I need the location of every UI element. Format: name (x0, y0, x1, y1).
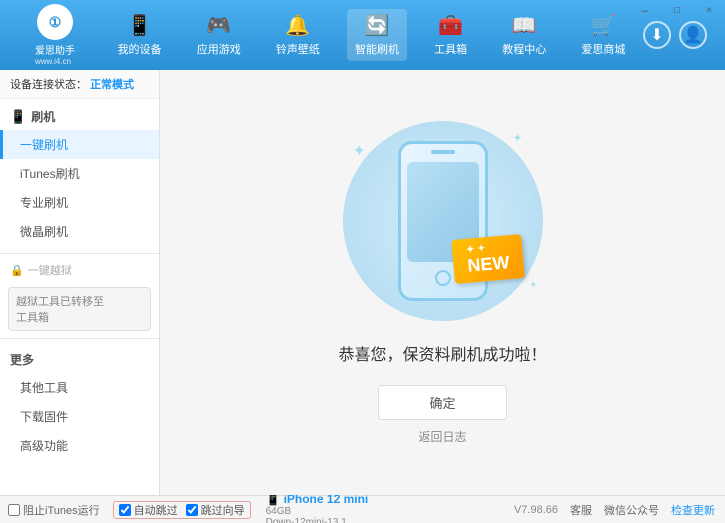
app-header: ① 爱思助手 www.i4.cn 📱 我的设备 🎮 应用游戏 🔔 铃声壁纸 � (0, 0, 725, 70)
close-button[interactable]: × (693, 0, 725, 20)
apps-games-icon: 🎮 (206, 13, 231, 38)
nav-ringtones[interactable]: 🔔 铃声壁纸 (268, 9, 328, 61)
nav-toolbox[interactable]: 🧰 工具箱 (426, 9, 475, 61)
nav-mall[interactable]: 🛒 爱思商城 (573, 9, 633, 61)
sparkle-icon-1: ✦ (353, 141, 366, 161)
device-storage: 64GB (266, 506, 369, 517)
user-button[interactable]: 👤 (679, 21, 707, 49)
nav-tutorials-label: 教程中心 (502, 41, 546, 57)
more-section: 更多 其他工具 下载固件 高级功能 (0, 342, 159, 464)
device-model: Down-12mini-13,1 (266, 517, 369, 523)
nav-tutorials[interactable]: 📖 教程中心 (494, 9, 554, 61)
nav-smart-flash-label: 智能刷机 (355, 41, 399, 57)
sidebar-divider-2 (0, 338, 159, 339)
customer-service-link[interactable]: 客服 (570, 502, 592, 518)
flash-section-title: 📱 刷机 (0, 103, 159, 130)
auto-jump-text: 自动跳过 (134, 502, 178, 518)
window-controls: － □ × (629, 0, 725, 20)
status-label: 设备连接状态： (10, 79, 87, 91)
sidebar-itunes-flash[interactable]: iTunes刷机 (0, 159, 159, 188)
device-info-area: 📱 iPhone 12 mini 64GB Down-12mini-13,1 (256, 492, 379, 523)
tutorials-icon: 📖 (512, 13, 537, 38)
my-device-icon: 📱 (127, 13, 152, 38)
phone-speaker (431, 150, 455, 154)
nav-toolbox-label: 工具箱 (434, 41, 467, 57)
stop-itunes-label: 阻止iTunes运行 (23, 502, 100, 518)
download-button[interactable]: ⬇ (643, 21, 671, 49)
sidebar-other-tools[interactable]: 其他工具 (0, 373, 159, 402)
phone-home-button (435, 270, 451, 286)
sidebar-download-firmware[interactable]: 下载固件 (0, 402, 159, 431)
auto-jump-checkbox[interactable] (119, 504, 131, 516)
sidebar-one-click-flash[interactable]: 一键刷机 (0, 130, 159, 159)
flash-section: 📱 刷机 一键刷机 iTunes刷机 专业刷机 微晶刷机 (0, 99, 159, 250)
bottom-bar: 阻止iTunes运行 自动跳过 跳过向导 📱 iPhone 12 mini 64… (0, 495, 725, 523)
sidebar-save-flash[interactable]: 微晶刷机 (0, 217, 159, 246)
header-right-controls: ⬇ 👤 (643, 21, 715, 49)
status-value: 正常模式 (90, 79, 134, 91)
jailbreak-section-title: 🔒 一键越狱 (0, 257, 159, 283)
smart-flash-icon: 🔄 (365, 13, 390, 38)
main-content: ✦ ✦ ✦ ✦ ✦ NEW 恭喜您，保资料刷机成功啦！ 确定 (160, 70, 725, 495)
back-link[interactable]: 返回日志 (418, 428, 466, 445)
app-logo: ① 爱思助手 www.i4.cn (10, 4, 100, 66)
nav-ringtones-label: 铃声壁纸 (276, 41, 320, 57)
skip-wizard-label[interactable]: 跳过向导 (186, 502, 245, 518)
skip-wizard-checkbox[interactable] (186, 504, 198, 516)
mall-icon: 🛒 (591, 13, 616, 38)
nav-apps-games-label: 应用游戏 (197, 41, 241, 57)
bottom-right: V7.98.66 客服 微信公众号 检查更新 (514, 502, 725, 518)
success-message: 恭喜您，保资料刷机成功啦！ (338, 341, 546, 365)
new-badge-text: NEW (466, 252, 510, 276)
minimize-button[interactable]: － (629, 0, 661, 20)
logo-text: 爱思助手 www.i4.cn (35, 42, 75, 66)
more-section-label: 更多 (10, 351, 34, 368)
sparkle-icon-2: ✦ (512, 131, 522, 145)
success-illustration: ✦ ✦ ✦ ✦ ✦ NEW (333, 121, 553, 321)
sparkle-icon-3: ✦ (529, 280, 537, 291)
sidebar: 设备连接状态： 正常模式 📱 刷机 一键刷机 iTunes刷机 专业刷机 微晶刷… (0, 70, 160, 495)
nav-mall-label: 爱思商城 (581, 41, 625, 57)
device-status-bar: 设备连接状态： 正常模式 (0, 70, 159, 99)
auto-jump-label[interactable]: 自动跳过 (119, 502, 178, 518)
sidebar-advanced[interactable]: 高级功能 (0, 431, 159, 460)
main-nav: 📱 我的设备 🎮 应用游戏 🔔 铃声壁纸 🔄 智能刷机 🧰 工具箱 📖 (100, 9, 643, 61)
jailbreak-notice: 越狱工具已转移至 工具箱 (8, 287, 151, 331)
stop-itunes-area: 阻止iTunes运行 (0, 502, 108, 518)
ringtones-icon: 🔔 (285, 13, 310, 38)
stop-itunes-checkbox[interactable] (8, 504, 20, 516)
sidebar-divider-1 (0, 253, 159, 254)
wechat-link[interactable]: 微信公众号 (604, 502, 659, 518)
version-label: V7.98.66 (514, 504, 558, 516)
new-badge: ✦ ✦ NEW (451, 234, 525, 284)
nav-my-device-label: 我的设备 (118, 41, 162, 57)
lock-icon: 🔒 (10, 264, 24, 277)
checkbox-area: 自动跳过 跳过向导 (113, 501, 251, 519)
toolbox-icon: 🧰 (438, 13, 463, 38)
flash-section-icon: 📱 (10, 109, 26, 125)
jailbreak-label: 一键越狱 (28, 262, 72, 278)
nav-my-device[interactable]: 📱 我的设备 (110, 9, 170, 61)
nav-apps-games[interactable]: 🎮 应用游戏 (189, 9, 249, 61)
flash-section-label: 刷机 (31, 108, 55, 125)
check-update-link[interactable]: 检查更新 (671, 502, 715, 518)
logo-icon: ① (37, 4, 73, 40)
restore-button[interactable]: □ (661, 0, 693, 20)
confirm-button[interactable]: 确定 (378, 385, 506, 420)
more-section-title: 更多 (0, 346, 159, 373)
nav-smart-flash[interactable]: 🔄 智能刷机 (347, 9, 407, 61)
sidebar-pro-flash[interactable]: 专业刷机 (0, 188, 159, 217)
skip-wizard-text: 跳过向导 (201, 502, 245, 518)
